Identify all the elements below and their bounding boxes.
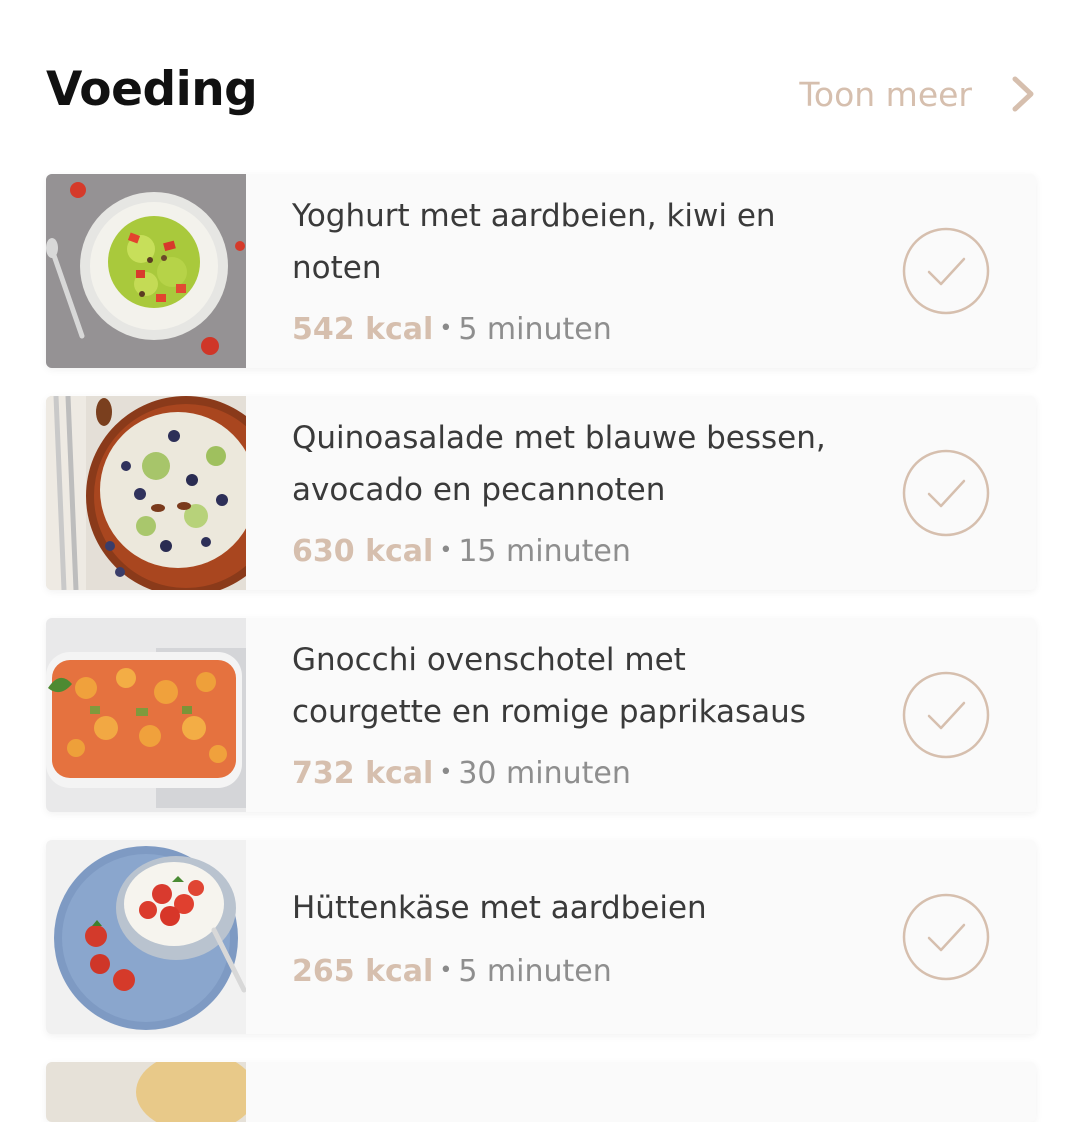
recipe-duration: 15 minuten bbox=[458, 534, 631, 569]
recipe-kcal: 732 kcal bbox=[292, 756, 434, 791]
recipe-list: Yoghurt met aardbeien, kiwi en noten 542… bbox=[46, 174, 1036, 1122]
recipe-kcal: 630 kcal bbox=[292, 534, 434, 569]
recipe-title-line: Hüttenkäse met aardbeien bbox=[292, 890, 707, 926]
recipe-meta: 542 kcal • 5 minuten bbox=[292, 310, 612, 353]
recipe-duration: 30 minuten bbox=[458, 756, 631, 791]
recipe-title-line: Gnocchi ovenschotel met bbox=[292, 642, 686, 678]
recipe-title-line: Yoghurt met aardbeien, kiwi en bbox=[292, 198, 776, 234]
recipe-kcal: 265 kcal bbox=[292, 954, 434, 989]
meta-separator: • bbox=[439, 316, 453, 341]
check-circle-icon[interactable] bbox=[902, 449, 990, 537]
cottage-cheese-photo bbox=[46, 840, 246, 1034]
recipe-meta: 630 kcal • 15 minuten bbox=[292, 532, 631, 575]
recipe-card[interactable] bbox=[46, 1062, 1036, 1122]
gnocchi-bake-photo bbox=[46, 618, 246, 812]
section-header: Voeding Toon meer bbox=[46, 58, 1036, 130]
recipe-info: Hüttenkäse met aardbeien 265 kcal • 5 minu… bbox=[292, 840, 852, 1034]
recipe-card[interactable]: Yoghurt met aardbeien, kiwi en noten 542… bbox=[46, 174, 1036, 368]
check-circle-icon[interactable] bbox=[902, 227, 990, 315]
show-more-label: Toon meer bbox=[799, 74, 972, 114]
recipe-meta: 265 kcal • 5 minuten bbox=[292, 952, 612, 995]
recipe-card[interactable]: Hüttenkäse met aardbeien 265 kcal • 5 minu… bbox=[46, 840, 1036, 1034]
recipe-info: Quinoasalade met blauwe bessen, avocado … bbox=[292, 396, 852, 590]
yoghurt-bowl-photo bbox=[46, 174, 246, 368]
recipe-title-line: noten bbox=[292, 250, 382, 286]
recipe-kcal: 542 kcal bbox=[292, 312, 434, 347]
recipe-title-line: Quinoasalade met blauwe bessen, bbox=[292, 420, 826, 456]
chevron-right-icon bbox=[1012, 76, 1034, 112]
recipe-info: Yoghurt met aardbeien, kiwi en noten 542… bbox=[292, 174, 852, 368]
recipe-title-line: avocado en pecannoten bbox=[292, 472, 666, 508]
check-circle-icon[interactable] bbox=[902, 893, 990, 981]
meta-separator: • bbox=[439, 958, 453, 983]
check-circle-icon[interactable] bbox=[902, 671, 990, 759]
recipe-duration: 5 minuten bbox=[458, 312, 612, 347]
recipe-info: Gnocchi ovenschotel met courgette en rom… bbox=[292, 618, 852, 812]
recipe-photo bbox=[46, 1062, 246, 1122]
quinoa-salad-photo bbox=[46, 396, 246, 590]
recipe-duration: 5 minuten bbox=[458, 954, 612, 989]
section-title: Voeding bbox=[46, 62, 258, 117]
meta-separator: • bbox=[439, 538, 453, 563]
recipe-title-line: courgette en romige paprikasaus bbox=[292, 694, 806, 730]
recipe-meta: 732 kcal • 30 minuten bbox=[292, 754, 631, 797]
recipe-card[interactable]: Quinoasalade met blauwe bessen, avocado … bbox=[46, 396, 1036, 590]
recipe-card[interactable]: Gnocchi ovenschotel met courgette en rom… bbox=[46, 618, 1036, 812]
meta-separator: • bbox=[439, 760, 453, 785]
show-more-link[interactable]: Toon meer bbox=[799, 72, 1036, 116]
